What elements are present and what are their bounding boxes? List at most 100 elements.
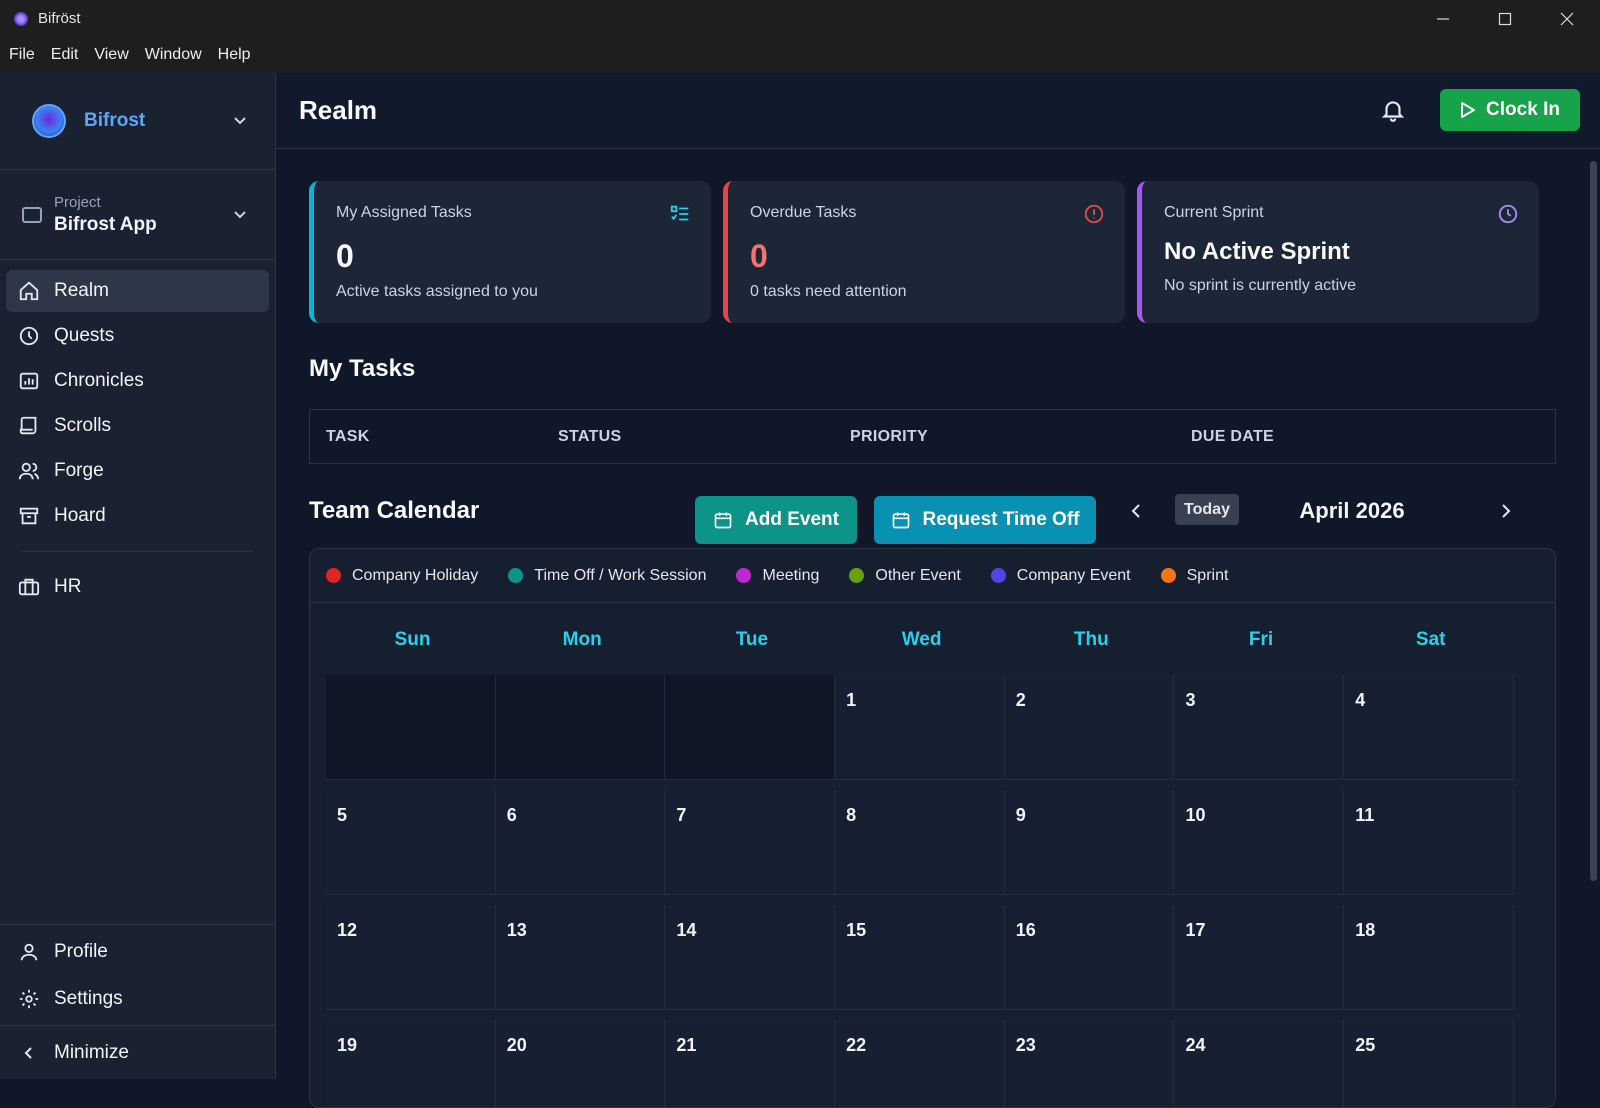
sidebar-item-quests[interactable]: Quests xyxy=(6,315,269,357)
current-month: April 2026 xyxy=(1299,498,1405,523)
calendar-day-cell[interactable]: 16 xyxy=(1004,905,1175,1010)
day-number: 25 xyxy=(1355,1035,1376,1055)
add-event-button[interactable]: Add Event xyxy=(695,496,857,544)
scrollbar-thumb[interactable] xyxy=(1590,161,1597,881)
calendar-day-cell[interactable]: 25 xyxy=(1344,1020,1514,1107)
calendar-day-cell[interactable]: 5 xyxy=(326,790,496,895)
workspace-switcher[interactable]: Bifrost xyxy=(0,73,275,170)
legend-other-event: Other Event xyxy=(849,566,961,585)
calendar-day-cell[interactable]: 10 xyxy=(1174,790,1345,895)
main-content: My Assigned Tasks 0 Active tasks assigne… xyxy=(276,149,1600,1108)
day-number: 7 xyxy=(676,805,687,825)
window-title: Bifröst xyxy=(38,10,81,27)
calendar-day-cell[interactable]: 23 xyxy=(1004,1020,1175,1107)
sidebar-item-label: Hoard xyxy=(54,505,106,526)
day-number: 21 xyxy=(676,1035,697,1055)
menu-window[interactable]: Window xyxy=(145,46,202,64)
legend-meeting: Meeting xyxy=(736,567,819,585)
calendar-day-cell[interactable]: 20 xyxy=(495,1020,666,1107)
calendar-day-cell[interactable]: 15 xyxy=(835,905,1005,1010)
column-priority[interactable]: PRIORITY xyxy=(850,428,928,446)
legend-dot xyxy=(849,568,865,583)
legend-dot xyxy=(1160,568,1176,583)
calendar-day-cell[interactable]: 1 xyxy=(835,675,1005,780)
next-month-button[interactable] xyxy=(1499,502,1513,520)
card-title: Current Sprint xyxy=(1164,204,1264,221)
calendar-day-cell[interactable]: 6 xyxy=(495,790,666,895)
day-number: 9 xyxy=(1015,805,1026,825)
request-time-off-button[interactable]: Request Time Off xyxy=(874,496,1096,544)
calendar-day-cell[interactable]: 13 xyxy=(495,905,666,1010)
minimize-window-button[interactable] xyxy=(1413,0,1473,37)
legend-dot xyxy=(326,568,341,583)
day-number: 20 xyxy=(506,1035,527,1055)
sidebar-item-scrolls[interactable]: Scrolls xyxy=(6,405,269,447)
legend-sprint: Sprint xyxy=(1160,567,1228,585)
column-due-date[interactable]: DUE DATE xyxy=(1191,428,1274,446)
calendar-day-cell[interactable]: 24 xyxy=(1174,1020,1345,1107)
sidebar-item-label: Forge xyxy=(54,460,104,481)
sidebar-item-forge[interactable]: Forge xyxy=(6,450,269,492)
column-status[interactable]: STATUS xyxy=(558,428,621,446)
page-header: Realm Clock In xyxy=(276,73,1600,149)
today-button[interactable]: Today xyxy=(1175,494,1239,525)
day-number: 4 xyxy=(1355,690,1366,710)
chevron-down-icon xyxy=(234,210,246,218)
calendar-day-cell[interactable]: 12 xyxy=(326,905,496,1010)
calendar-day-cell[interactable]: 19 xyxy=(326,1020,496,1107)
calendar-day-cell[interactable]: 17 xyxy=(1174,905,1345,1010)
day-number: 10 xyxy=(1185,805,1206,825)
sidebar-item-label: Profile xyxy=(54,941,108,962)
calendar-legend: Company Holiday Time Off / Work Session … xyxy=(310,549,1555,603)
calendar-empty-cell xyxy=(495,675,666,780)
weekday-header: Sun xyxy=(394,629,431,650)
column-task[interactable]: TASK xyxy=(326,428,370,446)
scroll-icon xyxy=(18,415,40,437)
clock-in-label: Clock In xyxy=(1486,99,1560,120)
clock-in-button[interactable]: Clock In xyxy=(1440,89,1580,131)
maximize-window-button[interactable] xyxy=(1475,0,1535,37)
bell-icon[interactable] xyxy=(1380,97,1406,123)
calendar-day-cell[interactable]: 4 xyxy=(1344,675,1514,780)
page-title: Realm xyxy=(299,95,378,125)
menu-view[interactable]: View xyxy=(94,46,128,64)
calendar-icon xyxy=(714,512,732,529)
sidebar-footer: Profile Settings Minimize xyxy=(0,924,275,1079)
calendar-day-cell[interactable]: 3 xyxy=(1174,675,1345,780)
day-number: 1 xyxy=(846,690,857,710)
calendar-day-cell[interactable]: 11 xyxy=(1344,790,1514,895)
day-number: 13 xyxy=(506,920,527,940)
sidebar-item-hoard[interactable]: Hoard xyxy=(6,495,269,537)
menu-edit[interactable]: Edit xyxy=(51,46,79,64)
menu-file[interactable]: File xyxy=(9,46,35,64)
legend-label: Other Event xyxy=(875,566,961,584)
gear-icon xyxy=(18,988,40,1010)
sidebar-minimize-button[interactable]: Minimize xyxy=(6,1032,269,1074)
close-window-button[interactable] xyxy=(1537,0,1597,37)
sidebar-item-realm[interactable]: Realm xyxy=(6,270,269,312)
main-scrollbar[interactable] xyxy=(1588,149,1598,1079)
day-number: 16 xyxy=(1015,920,1036,940)
sidebar-item-chronicles[interactable]: Chronicles xyxy=(6,360,269,402)
calendar-day-cell[interactable]: 18 xyxy=(1344,905,1514,1010)
overdue-tasks-card: Overdue Tasks 0 0 tasks need attention xyxy=(723,181,1125,323)
calendar-day-cell[interactable]: 2 xyxy=(1004,675,1175,780)
calendar-day-cell[interactable]: 14 xyxy=(665,905,836,1010)
calendar-empty-cell xyxy=(665,675,836,780)
sidebar-item-hr[interactable]: HR xyxy=(6,566,269,608)
legend-label: Company Event xyxy=(1016,566,1131,584)
calendar-day-cell[interactable]: 8 xyxy=(835,790,1005,895)
day-number: 15 xyxy=(846,920,867,940)
previous-month-button[interactable] xyxy=(1129,502,1143,520)
project-switcher[interactable]: Project Bifrost App xyxy=(0,170,275,260)
menu-help[interactable]: Help xyxy=(218,46,251,64)
legend-dot xyxy=(990,568,1006,583)
sidebar-item-settings[interactable]: Settings xyxy=(6,978,269,1020)
calendar-day-cell[interactable]: 21 xyxy=(665,1020,836,1107)
sidebar-item-profile[interactable]: Profile xyxy=(6,931,269,973)
calendar-day-cell[interactable]: 9 xyxy=(1004,790,1175,895)
day-number: 22 xyxy=(846,1035,867,1055)
calendar-day-cell[interactable]: 22 xyxy=(835,1020,1005,1107)
my-tasks-title: My Tasks xyxy=(309,355,416,382)
calendar-day-cell[interactable]: 7 xyxy=(665,790,836,895)
